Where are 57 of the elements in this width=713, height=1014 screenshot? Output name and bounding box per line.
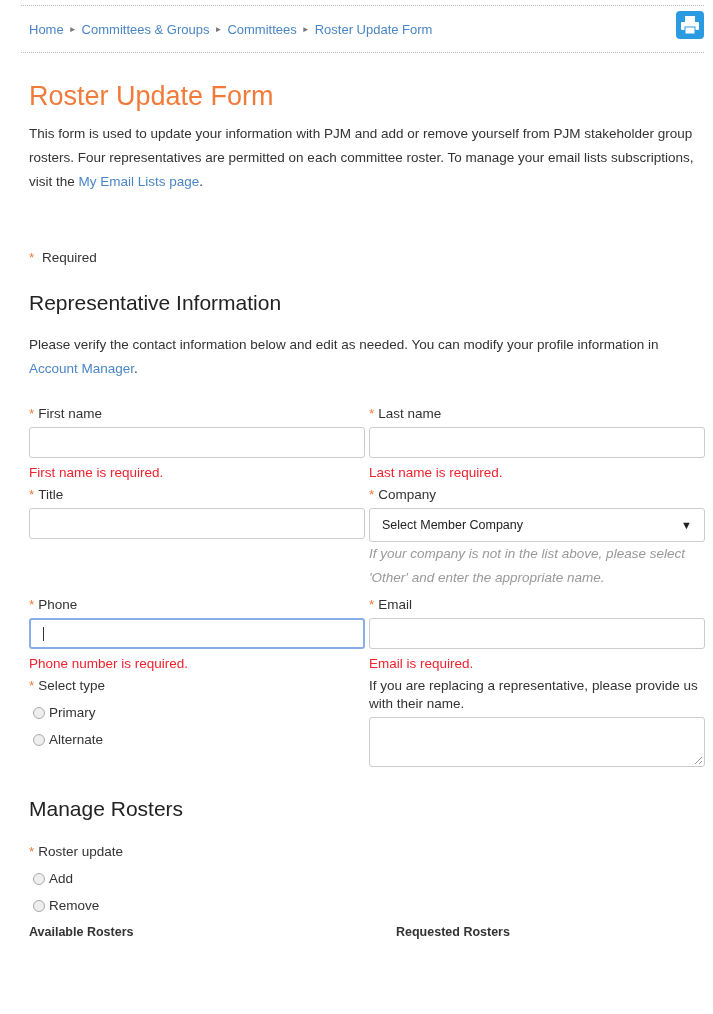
resize-handle-icon[interactable] — [693, 755, 703, 765]
required-asterisk: * — [29, 844, 35, 859]
field-label: Select type — [38, 678, 106, 693]
section-heading: Manage Rosters — [29, 797, 185, 821]
radio-label: Alternate — [49, 732, 104, 747]
printer-icon[interactable] — [676, 11, 704, 39]
breadcrumb-link[interactable]: Home — [29, 21, 64, 37]
field-label: Title — [38, 487, 64, 502]
text-field[interactable] — [29, 427, 365, 458]
error-message: Phone number is required. — [29, 656, 190, 671]
field-label: Phone — [38, 597, 78, 612]
intro-text: This form is used to update your information with PJM and add or remove yourself from PJM stakeholder group rosters. Four representatives are permitted on each committee roster. To manage your email lists subscriptions, visit the My Email Lists page. — [29, 125, 695, 191]
column-heading: Available Rosters — [29, 925, 135, 939]
instructions-text: Please verify the contact information below and edit as needed. You can modify your profile information in Account Manager. — [29, 336, 660, 378]
required-asterisk: * — [29, 597, 35, 612]
text-field[interactable] — [369, 618, 705, 649]
radio-button[interactable] — [33, 899, 45, 912]
radio-button[interactable] — [33, 733, 45, 746]
field-label: Roster update — [38, 844, 124, 859]
text-field[interactable] — [29, 618, 365, 649]
breadcrumb-link[interactable]: Committees — [227, 21, 297, 37]
company-dropdown[interactable]: Select Member Company ▼ — [369, 508, 705, 542]
required-asterisk: * — [29, 406, 35, 421]
page-title: Roster Update Form — [29, 81, 275, 112]
required-asterisk: * — [369, 487, 375, 502]
radio-label: Primary — [49, 705, 96, 720]
breadcrumb-separator: ► — [68, 24, 77, 34]
breadcrumb-link[interactable]: Roster Update Form — [314, 21, 433, 37]
error-message: Email is required. — [369, 656, 475, 671]
breadcrumb-separator: ► — [301, 24, 310, 34]
required-asterisk: * — [29, 678, 35, 693]
radio-label: Remove — [49, 898, 100, 913]
field-label: Last name — [378, 406, 442, 421]
account-manager-link[interactable]: Account Manager — [29, 361, 135, 376]
required-asterisk: * — [29, 487, 35, 502]
error-message: First name is required. — [29, 465, 165, 480]
field-label: Email — [378, 597, 413, 612]
email-lists-link[interactable]: My Email Lists page — [78, 174, 200, 189]
field-label: If you are replacing a representative, please provide us with their name. — [369, 678, 698, 711]
column-heading: Requested Rosters — [396, 925, 510, 939]
hint-text: If your company is not in the list above, please select 'Other' and enter the appropriate name. — [369, 545, 687, 587]
text-area[interactable] — [369, 717, 705, 767]
required-asterisk: * — [29, 250, 35, 265]
radio-button[interactable] — [33, 706, 45, 719]
section-heading: Representative Information — [29, 291, 283, 315]
radio-button[interactable] — [33, 872, 45, 885]
text-field[interactable] — [369, 427, 705, 458]
radio-label: Add — [49, 871, 74, 886]
breadcrumb-separator: ► — [214, 24, 223, 34]
field-label: Company — [378, 487, 437, 502]
field-label: First name — [38, 406, 103, 421]
required-note: Required — [42, 250, 97, 265]
text-field[interactable] — [29, 508, 365, 539]
breadcrumb-link[interactable]: Committees & Groups — [81, 21, 210, 37]
required-asterisk: * — [369, 406, 375, 421]
error-message: Last name is required. — [369, 465, 504, 480]
required-asterisk: * — [369, 597, 375, 612]
